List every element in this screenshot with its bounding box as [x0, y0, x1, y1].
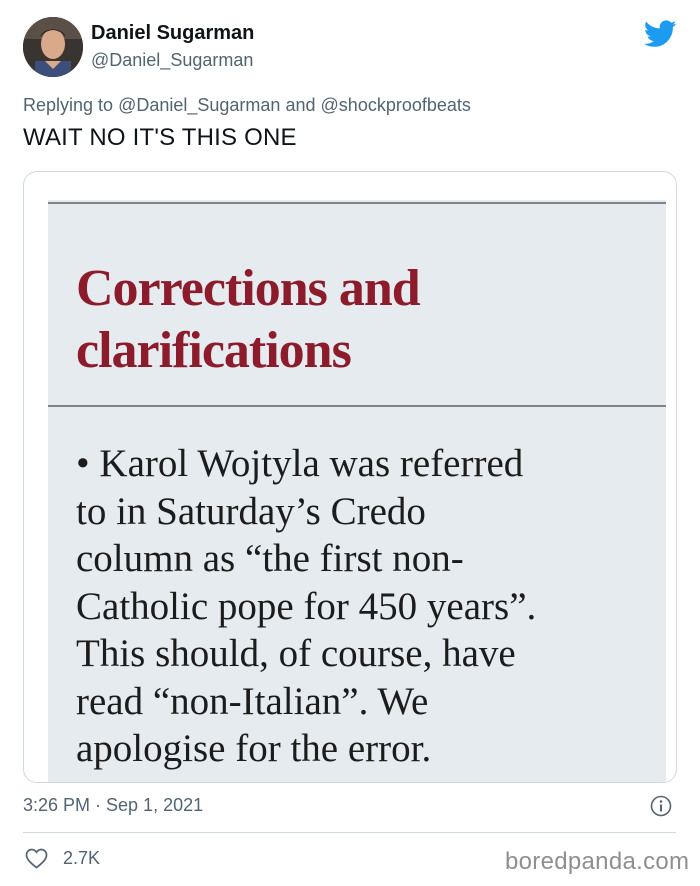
- clipping-body-line: column as “the first non-: [76, 537, 464, 580]
- divider: [23, 832, 676, 833]
- clipping-body-line: Catholic pope for 450 years”.: [76, 584, 537, 628]
- clipping-body: • Karol Wojtyla was referred to in Satur…: [76, 440, 656, 773]
- reply-prefix: Replying to: [23, 95, 114, 115]
- media-card[interactable]: Corrections and clarifications • Karol W…: [23, 171, 677, 783]
- clipping-title-line: clarifications: [76, 322, 352, 379]
- reply-context: Replying to @Daniel_Sugarman and @shockp…: [23, 95, 471, 116]
- newspaper-clipping: Corrections and clarifications • Karol W…: [48, 200, 666, 782]
- middle-rule: [48, 405, 666, 407]
- top-rule: [48, 202, 666, 204]
- clipping-title-line: Corrections and: [76, 260, 421, 317]
- info-icon[interactable]: [650, 795, 672, 817]
- avatar[interactable]: [23, 17, 83, 77]
- clipping-body-line: read “non-Italian”. We: [76, 679, 429, 723]
- clipping-body-line: • Karol Wojtyla was referred: [76, 442, 524, 485]
- clipping-title: Corrections and clarifications: [76, 258, 656, 382]
- clipping-body-line: to in Saturday’s Credo: [76, 489, 426, 533]
- tweet-timestamp[interactable]: 3:26 PM · Sep 1, 2021: [23, 795, 203, 816]
- reply-conjunction: and: [285, 95, 316, 115]
- heart-icon[interactable]: [25, 848, 48, 869]
- clipping-body-line: This should, of course, have: [76, 632, 516, 675]
- twitter-bird-icon: [644, 20, 677, 47]
- watermark: boredpanda.com: [505, 848, 690, 875]
- clipping-body-line: apologise for the error.: [76, 727, 432, 770]
- author-name[interactable]: Daniel Sugarman: [91, 22, 254, 45]
- reply-mention-shockproofbeats[interactable]: @shockproofbeats: [321, 95, 471, 115]
- reply-mention-daniel[interactable]: @Daniel_Sugarman: [118, 95, 280, 115]
- author-handle[interactable]: @Daniel_Sugarman: [91, 50, 253, 71]
- like-count[interactable]: 2.7K: [63, 848, 100, 869]
- tweet-text: WAIT NO IT'S THIS ONE: [23, 124, 297, 151]
